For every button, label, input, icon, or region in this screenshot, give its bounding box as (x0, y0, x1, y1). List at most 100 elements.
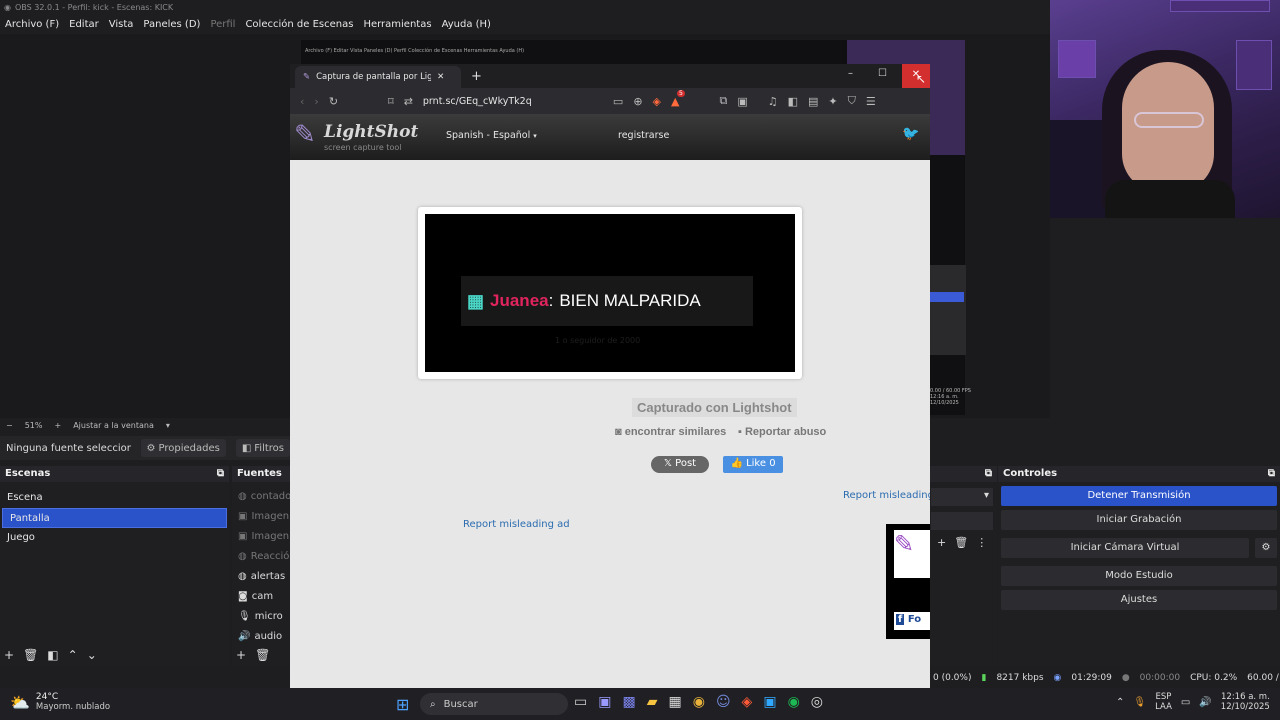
store-icon[interactable]: ▦ (668, 694, 681, 710)
windows-start-icon[interactable]: ⊞ (396, 695, 409, 714)
menu-editar[interactable]: Editar (69, 19, 99, 30)
zoom-out-button[interactable]: − (6, 421, 13, 430)
add-icon[interactable]: + (4, 648, 14, 662)
new-tab-button[interactable]: + (471, 69, 482, 84)
teams-icon[interactable]: ▩ (622, 694, 635, 710)
language-indicator[interactable]: ESP LAA (1155, 692, 1172, 712)
report-ad-link[interactable]: Report misleading a (843, 490, 930, 501)
trash-icon[interactable]: 🗑 (954, 536, 968, 549)
virtual-camera-button[interactable]: Iniciar Cámara Virtual (1001, 538, 1249, 558)
report-ad-link[interactable]: Report misleading ad (463, 519, 570, 530)
brave-shield-icon[interactable]: ◈ (653, 95, 661, 108)
chevron-down-icon[interactable]: ▾ (166, 421, 170, 430)
sidebar-icon[interactable]: ◧ (788, 95, 798, 108)
filter-icon[interactable]: ◧ (47, 648, 58, 662)
add-icon[interactable]: + (937, 536, 946, 549)
twitter-icon[interactable]: 🐦 (902, 126, 919, 142)
dock-menu-icon[interactable]: ⧉ (1268, 468, 1275, 480)
trash-icon[interactable]: 🗑 (255, 648, 270, 662)
zoom-icon[interactable]: ⊕ (633, 95, 642, 108)
filters-button[interactable]: ◧ Filtros (235, 439, 290, 457)
start-recording-button[interactable]: Iniciar Grabación (1001, 510, 1277, 530)
source-item[interactable]: ◙ cam (232, 586, 290, 606)
network-icon[interactable]: ▭ (1181, 697, 1190, 708)
chevron-up-icon[interactable]: ⌃ (68, 648, 78, 662)
more-icon[interactable]: ⋮ (976, 536, 987, 549)
scene-item[interactable]: Juego (0, 528, 229, 548)
source-item[interactable]: ▣Imagen 2 (232, 506, 290, 526)
scene-item[interactable]: Escena (0, 488, 229, 508)
close-tab-icon[interactable]: ✕ (437, 72, 444, 82)
scene-item-selected[interactable]: Pantalla (2, 508, 227, 528)
gear-icon[interactable]: ⚙ (1255, 538, 1277, 558)
menu-vista[interactable]: Vista (109, 19, 134, 30)
vpn-icon[interactable]: ⛉ (848, 94, 856, 108)
source-item[interactable]: ▣ Imagen (232, 526, 290, 546)
browser-tab[interactable]: ✎ Captura de pantalla por Lightshot ✕ (295, 66, 461, 88)
menu-herramientas[interactable]: Herramientas (363, 19, 431, 30)
wallet-icon[interactable]: ▤ (808, 95, 818, 108)
lightshot-logo[interactable]: LightShot (324, 122, 418, 142)
search-box[interactable]: ⌕ Buscar (420, 693, 568, 715)
reload-icon[interactable]: ↻ (329, 95, 338, 108)
discord-icon[interactable]: ☺ (716, 694, 731, 710)
zoom-in-button[interactable]: + (54, 421, 61, 430)
language-select[interactable]: Spanish - Español ▾ (446, 130, 537, 141)
rewards-icon[interactable]: ▲ 5 (671, 89, 685, 108)
screenshot-icon[interactable]: ▣ (737, 95, 747, 108)
facebook-follow-button[interactable]: f Fo (894, 612, 930, 630)
bookmark-icon[interactable]: ⌑ (388, 95, 394, 108)
menu-paneles[interactable]: Paneles (D) (143, 19, 200, 30)
chevron-up-icon[interactable]: ⌃ (1116, 697, 1124, 708)
volume-icon[interactable]: 🔊 (1199, 697, 1211, 708)
find-similar-link[interactable]: ◙ encontrar similares (615, 426, 726, 438)
x-post-button[interactable]: 𝕏 Post (651, 456, 709, 473)
site-info-icon[interactable]: ⇄ (404, 95, 413, 108)
obs-icon[interactable]: ◎ (811, 694, 823, 710)
premiere-icon[interactable]: ▣ (598, 694, 611, 710)
brave-icon[interactable]: ◈ (742, 694, 753, 710)
folder-icon[interactable]: ▰ (647, 694, 658, 710)
add-icon[interactable]: + (236, 648, 246, 662)
photoshop-icon[interactable]: ▣ (763, 694, 776, 710)
clock[interactable]: 12:16 a. m. 12/10/2025 (1221, 692, 1270, 712)
back-icon[interactable]: ‹ (300, 95, 304, 108)
source-item[interactable]: 🎙 micro (232, 606, 290, 626)
maximize-icon[interactable]: ☐ (878, 68, 887, 79)
stop-stream-button[interactable]: Detener Transmisión (1001, 486, 1277, 506)
forward-icon[interactable]: › (314, 95, 318, 108)
explorer-icon[interactable]: ▭ (574, 694, 587, 710)
register-link[interactable]: registrarse (618, 130, 669, 141)
report-abuse-link[interactable]: ▪ Reportar abuso (738, 426, 826, 438)
cast-icon[interactable]: ▭ (613, 95, 623, 108)
source-item[interactable]: ◍ alertas (232, 566, 290, 586)
url-field[interactable]: prnt.sc/GEq_cWkyTk2q (423, 96, 603, 107)
menu-icon[interactable]: ☰ (866, 95, 876, 108)
mic-icon[interactable]: 🎙 (1133, 697, 1146, 708)
minimize-icon[interactable]: – (848, 68, 853, 79)
dock-menu-icon[interactable]: ⧉ (217, 468, 224, 480)
mixer-dropdown[interactable]: ▾ (931, 488, 993, 506)
fit-window-label[interactable]: Ajustar a la ventana (73, 421, 154, 430)
menu-coleccion[interactable]: Colección de Escenas (245, 19, 353, 30)
menu-archivo[interactable]: Archivo (F) (5, 19, 59, 30)
mixer-spinbox[interactable] (931, 512, 993, 530)
source-item[interactable]: ◍Reacción c (232, 546, 290, 566)
trash-icon[interactable]: 🗑 (23, 648, 38, 662)
spotify-icon[interactable]: ◉ (788, 694, 800, 710)
studio-mode-button[interactable]: Modo Estudio (1001, 566, 1277, 586)
extensions-icon[interactable]: ⧉ (719, 94, 727, 108)
menu-perfil[interactable]: Perfil (210, 19, 235, 30)
leo-icon[interactable]: ✦ (828, 95, 837, 108)
settings-button[interactable]: Ajustes (1001, 590, 1277, 610)
fb-like-button[interactable]: 👍 Like 0 (723, 456, 783, 473)
source-item[interactable]: 🔊 audio (232, 626, 290, 646)
source-item[interactable]: ◍contador (232, 486, 290, 506)
properties-button[interactable]: ⚙ Propiedades (140, 439, 226, 457)
ad-box[interactable]: ✎ f Fo (886, 524, 930, 639)
menu-ayuda[interactable]: Ayuda (H) (442, 19, 491, 30)
dock-menu-icon[interactable]: ⧉ (985, 468, 992, 480)
music-icon[interactable]: ♫ (768, 95, 778, 108)
chevron-down-icon[interactable]: ⌄ (87, 648, 97, 662)
chrome-icon[interactable]: ◉ (693, 694, 705, 710)
